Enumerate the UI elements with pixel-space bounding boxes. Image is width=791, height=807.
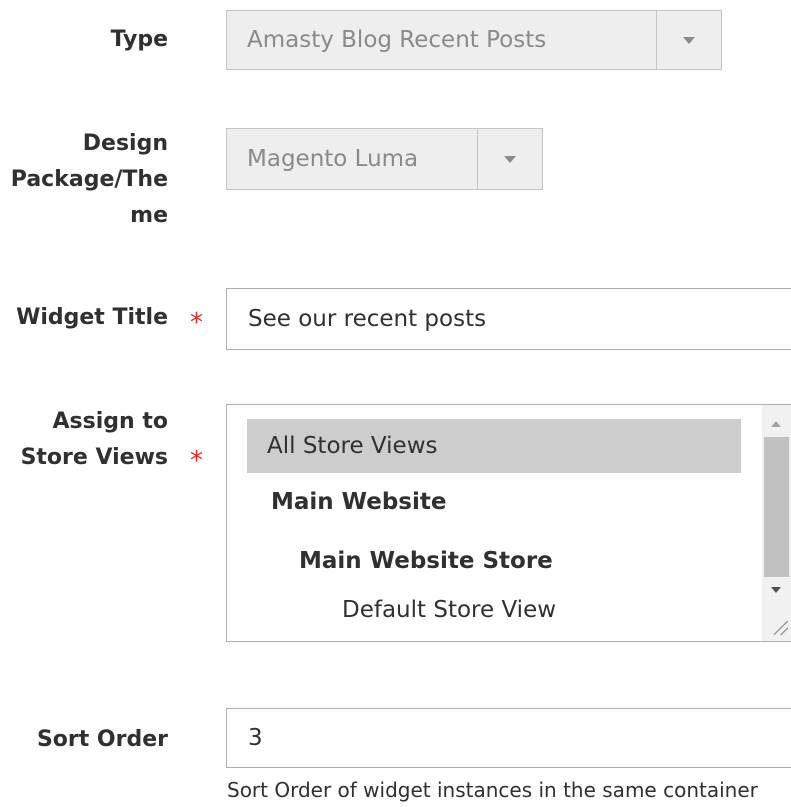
widget-title-input[interactable]: See our recent posts	[226, 288, 791, 350]
design-label-line: Package/The	[10, 167, 168, 192]
type-select[interactable]: Amasty Blog Recent Posts	[226, 10, 722, 70]
design-select-value: Magento Luma	[247, 146, 419, 172]
scrollbar-thumb[interactable]	[764, 437, 789, 577]
store-views-multiselect[interactable]: All Store Views Main Website Main Websit…	[226, 404, 791, 642]
type-select-value: Amasty Blog Recent Posts	[247, 27, 547, 53]
type-label: Type	[110, 27, 168, 52]
required-marker: *	[190, 446, 203, 476]
required-marker: *	[190, 308, 203, 338]
design-label: Design Package/The me	[11, 126, 168, 234]
design-label-line: me	[130, 203, 168, 228]
scroll-up-arrow-icon[interactable]	[771, 421, 781, 427]
store-view-option[interactable]: All Store Views	[247, 419, 741, 473]
store-views-label: Assign to Store Views	[21, 404, 168, 476]
chevron-down-icon	[656, 11, 721, 69]
sort-order-input[interactable]: 3	[226, 708, 791, 768]
store-views-label-line: Assign to	[52, 409, 168, 434]
sort-order-note: Sort Order of widget instances in the sa…	[227, 778, 758, 802]
store-view-option[interactable]: Default Store View	[342, 583, 556, 637]
design-label-line: Design	[82, 131, 168, 156]
design-select[interactable]: Magento Luma	[226, 128, 543, 190]
scroll-down-arrow-icon[interactable]	[771, 587, 781, 593]
sort-order-label: Sort Order	[36, 727, 168, 752]
chevron-down-icon	[477, 129, 542, 189]
multiselect-scrollbar[interactable]	[762, 405, 791, 641]
store-views-label-line: Store Views	[20, 445, 168, 470]
store-view-group: Main Website	[271, 489, 447, 515]
widget-title-label: Widget Title	[16, 305, 168, 330]
store-view-group: Main Website Store	[299, 548, 553, 574]
resize-grip-icon[interactable]	[774, 621, 788, 635]
